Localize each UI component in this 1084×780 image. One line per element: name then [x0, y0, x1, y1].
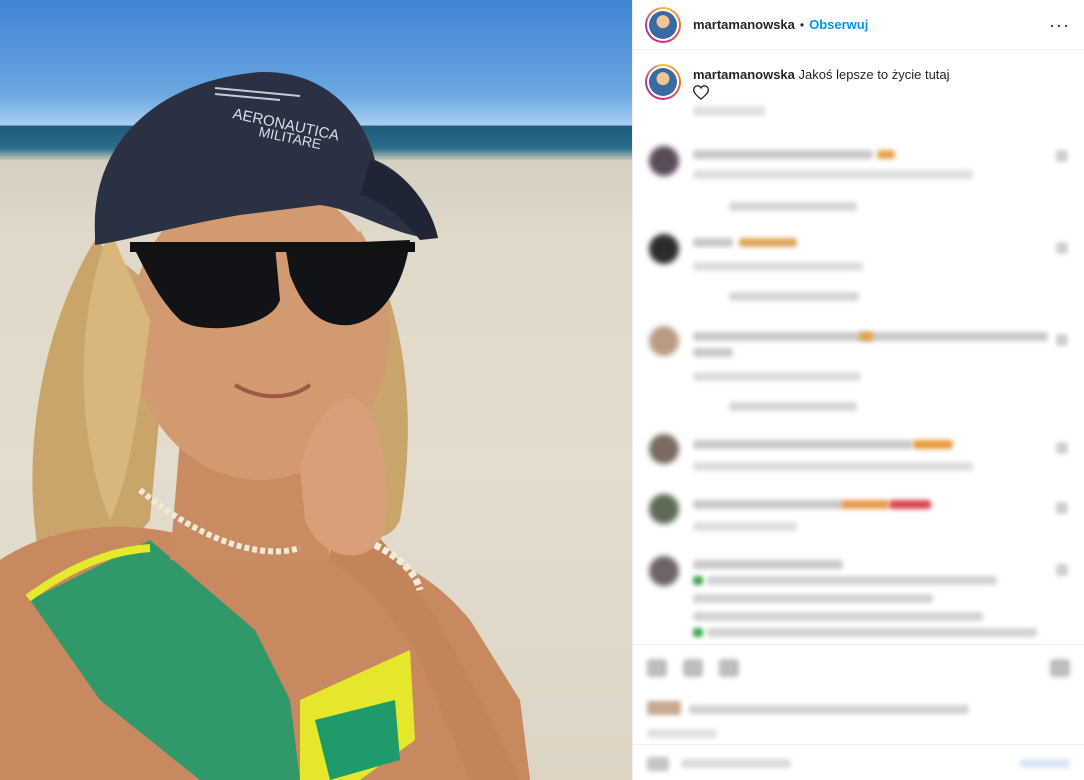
separator-dot: •: [799, 17, 805, 32]
action-bar: [633, 644, 1084, 738]
comment-avatar: [649, 434, 679, 464]
post-photo[interactable]: AERONAUTICA MILITARE: [0, 0, 632, 780]
post-date-blurred: [647, 729, 717, 738]
comment-avatar: [649, 494, 679, 524]
comment-icon[interactable]: [683, 659, 703, 677]
more-options-icon[interactable]: ···: [1049, 16, 1070, 34]
share-icon[interactable]: [719, 659, 739, 677]
caption-timestamp-blurred: [693, 106, 765, 116]
comment-item: [645, 232, 1072, 312]
author-avatar[interactable]: [645, 6, 681, 43]
publish-button[interactable]: [1020, 759, 1070, 768]
save-icon[interactable]: [1050, 659, 1070, 677]
comment-avatar: [649, 556, 679, 586]
comment-avatar: [649, 146, 679, 176]
comment-input[interactable]: [681, 759, 791, 768]
follow-button[interactable]: Obserwuj: [809, 17, 868, 32]
comment-item: [645, 432, 1072, 482]
comment-item: [645, 142, 1072, 222]
comment-item: [645, 322, 1072, 422]
comment-avatar: [649, 326, 679, 356]
likes-text-blurred: [689, 705, 969, 714]
add-comment-bar[interactable]: [633, 744, 1084, 780]
beach-selfie-illustration: AERONAUTICA MILITARE: [0, 71, 632, 780]
caption-username[interactable]: martamanowska: [693, 67, 795, 82]
like-icon[interactable]: [647, 659, 667, 677]
likes-avatar-blurred: [647, 701, 681, 715]
comment-item: [645, 552, 1072, 642]
caption-avatar[interactable]: [645, 64, 681, 100]
author-username[interactable]: martamanowska: [693, 17, 795, 32]
comment-item: [645, 492, 1072, 542]
comment-avatar: [649, 234, 679, 264]
post-panel: martamanowska • Obserwuj ··· martamanows…: [632, 0, 1084, 780]
post-header: martamanowska • Obserwuj ···: [633, 0, 1084, 50]
emoji-icon[interactable]: [647, 757, 669, 771]
heart-outline-icon[interactable]: [693, 85, 709, 100]
caption-text: Jakoś lepsze to życie tutaj: [798, 67, 950, 82]
